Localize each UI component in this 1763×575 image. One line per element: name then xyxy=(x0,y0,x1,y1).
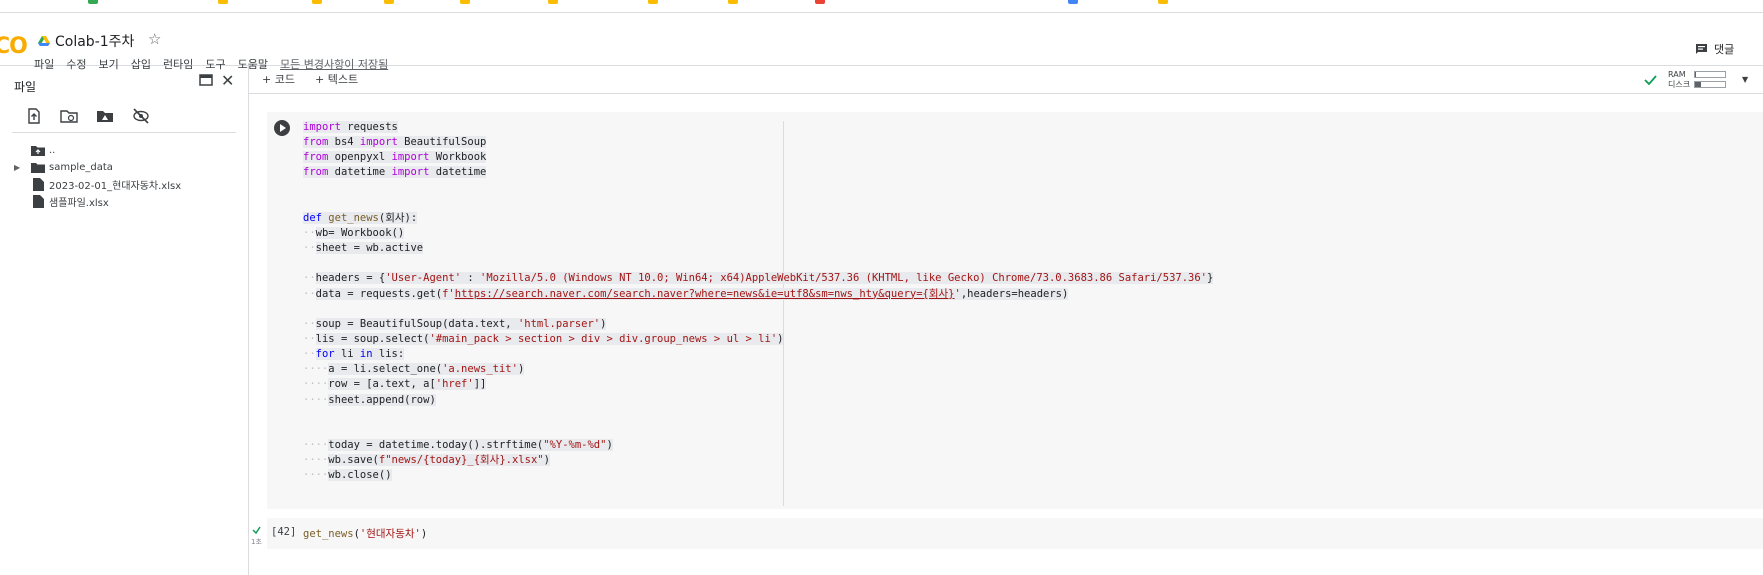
tree-item-file[interactable]: 샘플파일.xlsx xyxy=(0,192,248,210)
bookmark-icon[interactable] xyxy=(460,0,470,4)
notebook-title[interactable]: Colab-1주차 xyxy=(55,31,134,51)
code-line[interactable]: ····wb.close() xyxy=(303,468,1213,483)
code-line[interactable] xyxy=(303,256,1213,271)
code-line[interactable]: ····wb.save(f"news/{today}_{회사}.xlsx") xyxy=(303,453,1213,468)
upload-file-icon[interactable] xyxy=(25,107,43,125)
execution-count: [42] xyxy=(271,526,297,538)
code-line[interactable]: ··for li in lis: xyxy=(303,347,1213,362)
panel-divider xyxy=(12,132,236,133)
bookmark-icon[interactable] xyxy=(728,0,738,4)
code-line[interactable]: ····sheet.append(row) xyxy=(303,393,1213,408)
tree-item-parent[interactable]: .. xyxy=(0,141,248,159)
bookmark-icon[interactable] xyxy=(218,0,228,4)
tree-item-sample-data[interactable]: ▶ sample_data xyxy=(0,158,248,176)
comment-icon xyxy=(1696,44,1707,54)
code-line[interactable]: ··data = requests.get(f'https://search.n… xyxy=(303,287,1213,302)
close-icon[interactable]: ✕ xyxy=(221,71,234,90)
code-line[interactable]: ····row = [a.text, a['href']] xyxy=(303,377,1213,392)
code-line[interactable]: ····today = datetime.today().strftime("%… xyxy=(303,438,1213,453)
code-line[interactable]: ··wb= Workbook() xyxy=(303,226,1213,241)
ram-bar-fill xyxy=(1694,72,1697,77)
code-line[interactable]: ··lis = soup.select('#main_pack > sectio… xyxy=(303,332,1213,347)
colab-logo[interactable]: CO xyxy=(0,34,28,59)
bookmark-icon[interactable] xyxy=(312,0,322,4)
code-line[interactable] xyxy=(303,196,1213,211)
connected-check-icon xyxy=(1644,75,1657,85)
code-line[interactable]: ··sheet = wb.active xyxy=(303,241,1213,256)
file-icon xyxy=(33,177,44,191)
code-line[interactable]: from openpyxl import Workbook xyxy=(303,150,1213,165)
disk-label: 디스크 xyxy=(1668,80,1691,89)
code-line[interactable] xyxy=(303,423,1213,438)
tree-item-label: .. xyxy=(49,144,56,156)
code-line[interactable]: from bs4 import BeautifulSoup xyxy=(303,135,1213,150)
resource-monitor[interactable]: RAM 디스크 xyxy=(1668,70,1727,90)
code-editor[interactable]: import requests from bs4 import Beautiful… xyxy=(303,120,1214,483)
disk-bar-fill xyxy=(1695,82,1702,87)
app-header: CO Colab-1주차 ☆ 파일 수정 보기 삽입 런타임 도구 도움말 모든… xyxy=(0,12,1763,71)
mount-drive-icon[interactable] xyxy=(96,107,114,125)
disk-bar xyxy=(1694,81,1727,88)
google-drive-icon xyxy=(38,36,50,46)
bookmark-icon[interactable] xyxy=(815,0,825,4)
tree-item-label: 2023-02-01_현대자동차.xlsx xyxy=(49,180,182,192)
code-cell[interactable] xyxy=(267,518,1763,549)
code-line[interactable]: from datetime import datetime xyxy=(303,165,1213,180)
code-line[interactable]: def get_news(회사): xyxy=(303,211,1213,226)
panel-title: 파일 xyxy=(14,80,37,94)
execution-time: 1초 xyxy=(251,538,262,546)
resources-dropdown-icon[interactable]: ▼ xyxy=(1742,75,1748,84)
tree-item-label: 샘플파일.xlsx xyxy=(49,197,109,209)
executed-check-icon xyxy=(252,526,261,534)
bookmark-icon[interactable] xyxy=(548,0,558,4)
hide-files-icon[interactable] xyxy=(132,107,150,125)
code-line[interactable]: import requests xyxy=(303,120,1213,135)
logo-text: CO xyxy=(0,34,28,59)
refresh-folder-icon[interactable] xyxy=(60,107,78,125)
folder-icon xyxy=(31,162,45,173)
file-browser-panel: 파일 ✕ .. ▶ sample_data 2023-02-01_현대자동차.x… xyxy=(0,66,249,575)
bookmark-icon[interactable] xyxy=(384,0,394,4)
comments-button[interactable]: 댓글 xyxy=(1695,41,1734,57)
code-line[interactable]: ··headers = {'User-Agent' : 'Mozilla/5.0… xyxy=(303,271,1214,286)
tree-item-label: sample_data xyxy=(49,161,113,173)
code-line[interactable] xyxy=(303,408,1213,423)
expand-caret-icon[interactable]: ▶ xyxy=(14,163,20,172)
tree-item-file[interactable]: 2023-02-01_현대자동차.xlsx xyxy=(0,175,248,193)
run-cell-button[interactable] xyxy=(274,120,290,136)
folder-up-icon xyxy=(31,145,45,156)
file-icon xyxy=(33,194,44,208)
code-line[interactable]: ··soup = BeautifulSoup(data.text, 'html.… xyxy=(303,317,1213,332)
bookmark-icon[interactable] xyxy=(1158,0,1168,4)
notebook-toolbar: + 코드 + 텍스트 RAM 디스크 ▼ xyxy=(249,66,1763,94)
code-line[interactable]: ····a = li.select_one('a.news_tit') xyxy=(303,362,1213,377)
bookmark-icon[interactable] xyxy=(648,0,658,4)
add-text-button[interactable]: + 텍스트 xyxy=(315,71,358,87)
code-line[interactable] xyxy=(303,302,1213,317)
star-icon[interactable]: ☆ xyxy=(148,30,161,48)
ram-label: RAM xyxy=(1668,70,1686,79)
add-code-button[interactable]: + 코드 xyxy=(262,71,295,87)
bookmark-icon[interactable] xyxy=(1068,0,1078,4)
code-line[interactable] xyxy=(303,181,1213,196)
open-in-tab-icon[interactable] xyxy=(199,74,213,90)
ram-bar xyxy=(1693,71,1726,78)
bookmark-icon[interactable] xyxy=(88,0,98,4)
code-editor[interactable]: get_news('현대자동차') xyxy=(303,526,427,541)
comments-label: 댓글 xyxy=(1714,43,1735,56)
